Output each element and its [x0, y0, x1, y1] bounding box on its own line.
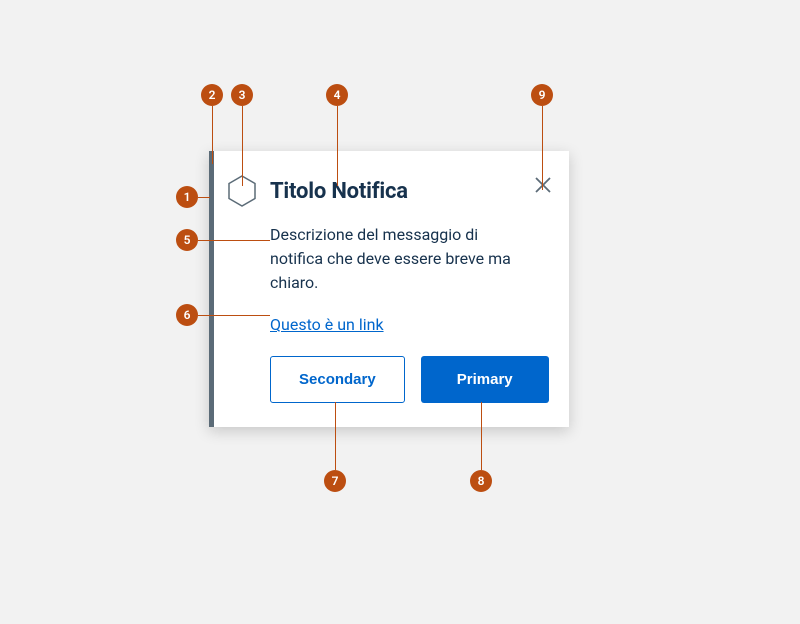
- annotation-bubble: 4: [326, 84, 348, 106]
- primary-button[interactable]: Primary: [421, 356, 549, 403]
- notification-title: Titolo Notifica: [270, 179, 408, 204]
- notification-card: Titolo Notifica Descrizione del messaggi…: [209, 151, 569, 427]
- annotation-bubble: 5: [176, 229, 198, 251]
- notification-link[interactable]: Questo è un link: [270, 315, 384, 334]
- annotation-bubble: 1: [176, 186, 198, 208]
- annotation-bubble: 2: [201, 84, 223, 106]
- annotation-bubble: 9: [531, 84, 553, 106]
- annotation-bubble: 7: [324, 470, 346, 492]
- annotation-bubble: 6: [176, 304, 198, 326]
- notification-description: Descrizione del messaggio di notifica ch…: [270, 223, 530, 295]
- secondary-button[interactable]: Secondary: [270, 356, 405, 403]
- annotation-1: 1: [176, 186, 210, 208]
- card-body: Titolo Notifica Descrizione del messaggi…: [214, 151, 573, 427]
- hexagon-icon: [228, 175, 256, 207]
- action-row: Secondary Primary: [270, 356, 549, 403]
- card-header: Titolo Notifica: [228, 175, 549, 207]
- close-icon: [534, 176, 552, 194]
- annotation-bubble: 3: [231, 84, 253, 106]
- close-button[interactable]: [533, 175, 553, 195]
- annotation-bubble: 8: [470, 470, 492, 492]
